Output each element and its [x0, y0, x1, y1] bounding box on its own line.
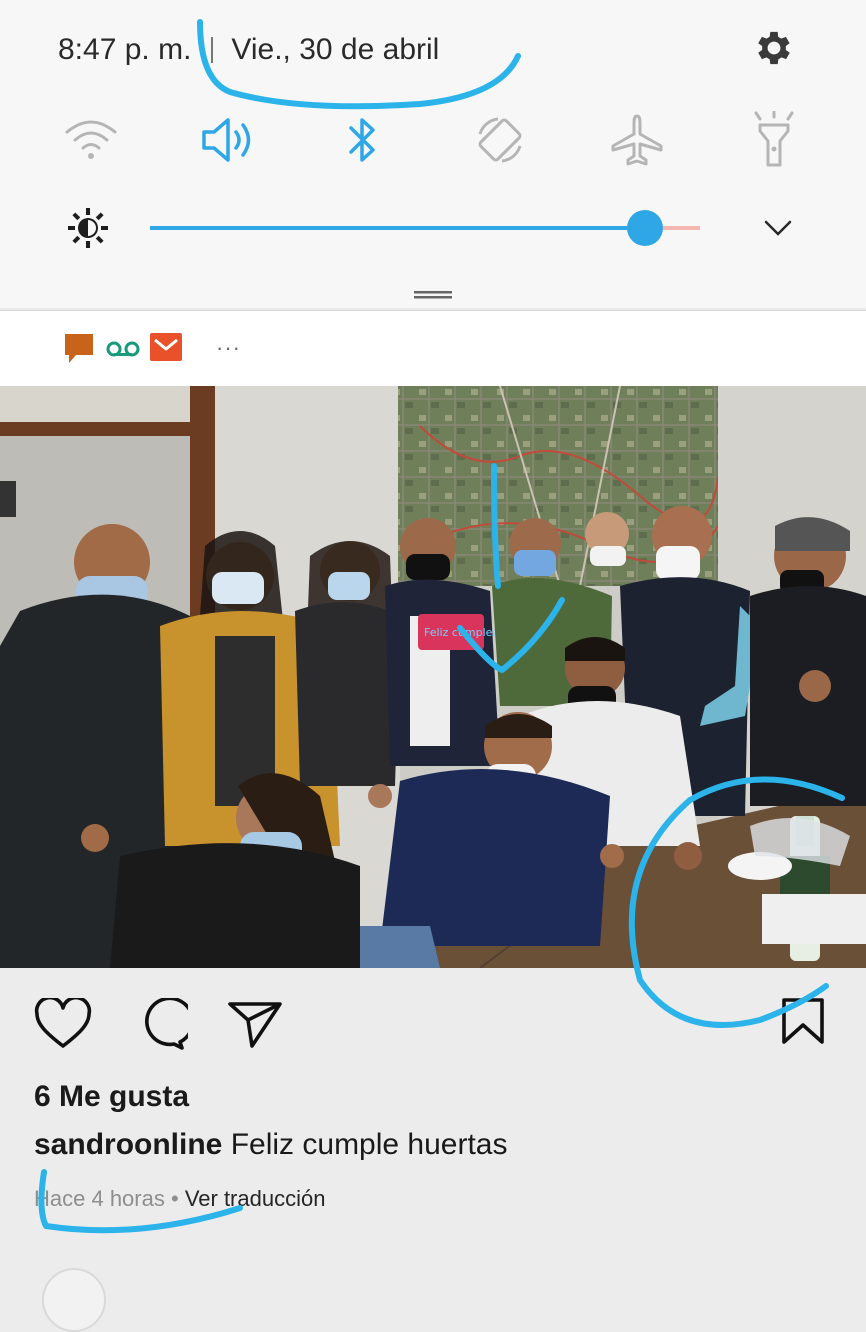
post-caption: sandroonline Feliz cumple huertas: [34, 1128, 508, 1162]
airplane-mode-toggle[interactable]: [605, 108, 669, 172]
brightness-slider[interactable]: [150, 210, 700, 246]
meta-dot: •: [170, 1186, 179, 1211]
notification-shade: 8:47 p. m. Vie., 30 de abril: [0, 0, 866, 308]
comment-icon[interactable]: [132, 996, 195, 1055]
flashlight-toggle[interactable]: [742, 108, 806, 172]
wifi-toggle[interactable]: [59, 108, 123, 172]
drag-handle[interactable]: [414, 286, 452, 299]
bluetooth-icon: [349, 118, 375, 162]
like-heart-icon[interactable]: [34, 995, 92, 1055]
post-meta: Hace 4 horas • Ver traducción: [34, 1186, 325, 1212]
sound-icon: [202, 118, 251, 162]
voicemail-icon[interactable]: [106, 339, 140, 364]
divider: [211, 37, 214, 63]
flashlight-icon: [754, 111, 794, 167]
see-translation-link[interactable]: Ver traducción: [185, 1186, 326, 1211]
auto-rotate-icon: [478, 117, 522, 163]
slider-thumb[interactable]: [627, 210, 663, 246]
slider-fill: [150, 226, 645, 230]
expand-chevron-icon[interactable]: [760, 210, 796, 246]
time-ago: Hace 4 horas: [34, 1186, 165, 1211]
bluetooth-toggle[interactable]: [331, 108, 395, 172]
message-icon[interactable]: [64, 333, 94, 370]
status-row: 8:47 p. m. Vie., 30 de abril: [58, 28, 439, 72]
clock: 8:47 p. m.: [58, 33, 192, 66]
username[interactable]: sandroonline: [34, 1128, 222, 1161]
date[interactable]: Vie., 30 de abril: [231, 33, 439, 67]
post-actions-area: [0, 968, 866, 1280]
more-icon[interactable]: ···: [216, 335, 241, 361]
notification-icons-row: ···: [0, 310, 866, 387]
save-bookmark-icon[interactable]: [780, 996, 826, 1051]
settings-gear-icon[interactable]: [752, 26, 796, 70]
post-photo[interactable]: Feliz cumpleaños: [0, 386, 866, 968]
auto-rotate-toggle[interactable]: [468, 108, 532, 172]
wifi-icon: [65, 120, 117, 159]
avatar[interactable]: [42, 1268, 106, 1332]
brightness-icon: [66, 206, 110, 250]
share-send-icon[interactable]: [226, 998, 284, 1055]
likes-count[interactable]: 6 Me gusta: [34, 1080, 189, 1114]
sound-toggle[interactable]: [196, 108, 260, 172]
email-icon[interactable]: [150, 333, 182, 366]
airplane-mode-icon: [611, 114, 663, 166]
caption-text: Feliz cumple huertas: [230, 1128, 508, 1161]
